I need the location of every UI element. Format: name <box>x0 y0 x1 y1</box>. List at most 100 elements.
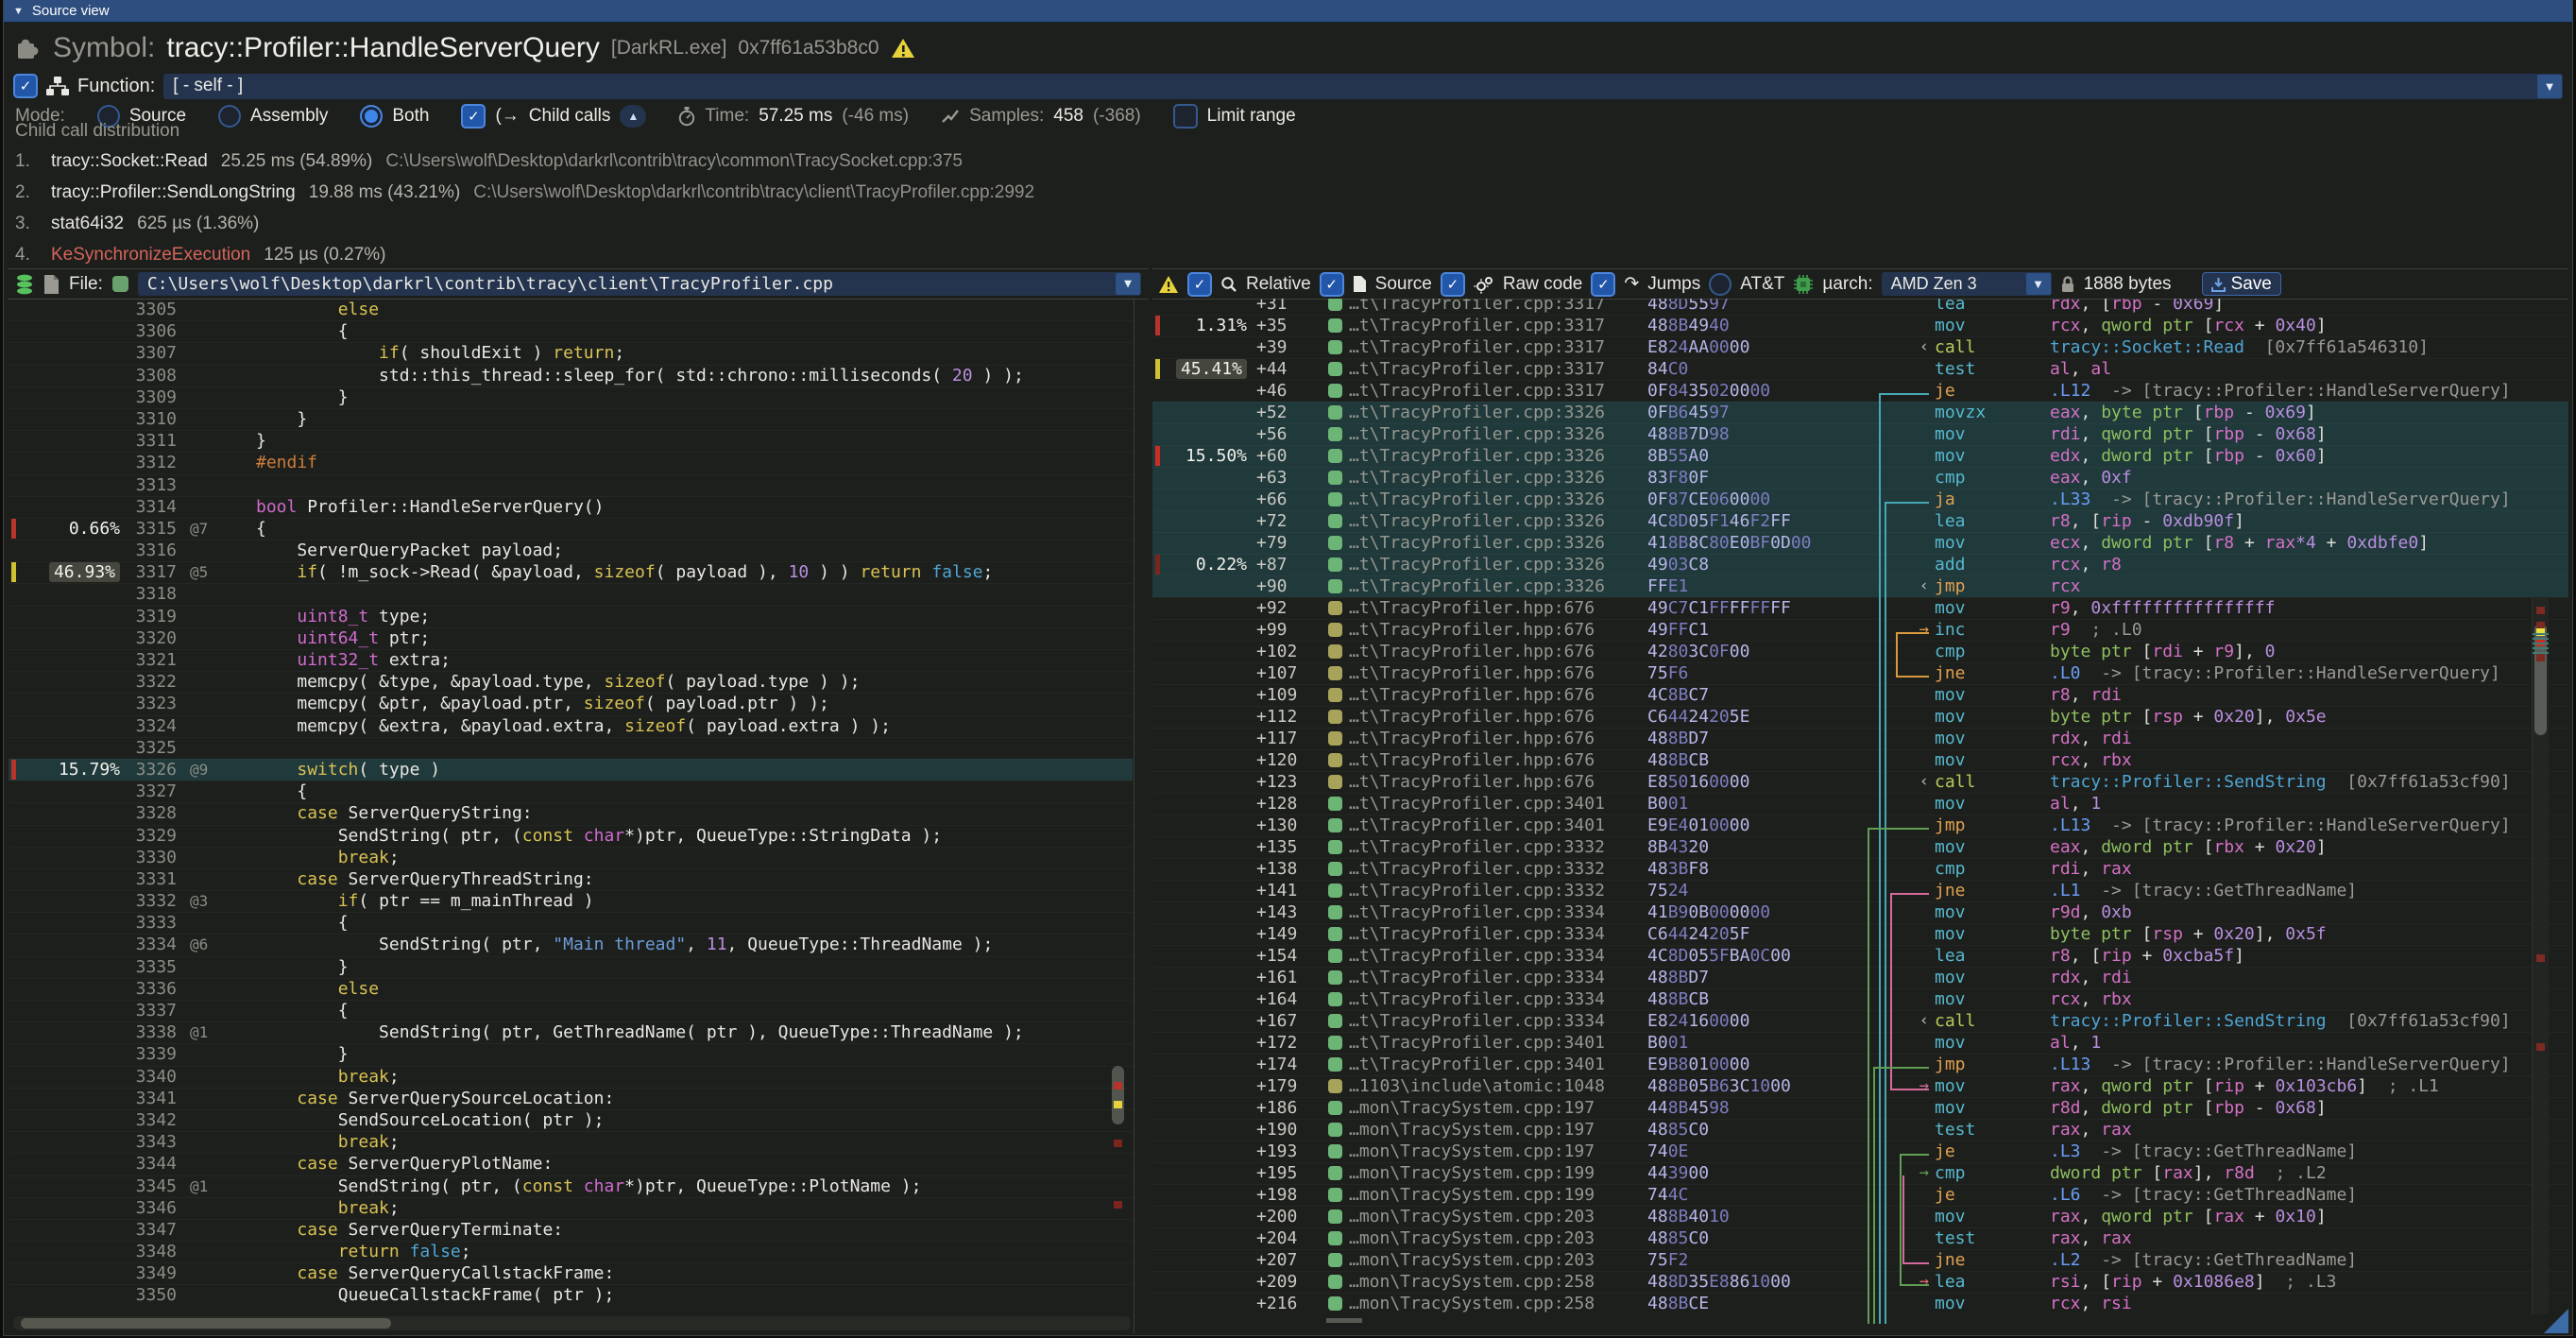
source-line-row[interactable]: 3323 memcpy( &ptr, &payload.ptr, sizeof(… <box>9 693 1133 714</box>
source-line-row[interactable]: 3329 SendString( ptr, (const char*)ptr, … <box>9 825 1133 847</box>
function-checkbox[interactable]: ✓ <box>13 74 38 98</box>
source-line-row[interactable]: 3322 memcpy( &type, &payload.type, sizeo… <box>9 671 1133 693</box>
relative-checkbox[interactable]: ✓ <box>1187 272 1212 297</box>
source-line-row[interactable]: 3310 } <box>9 408 1133 430</box>
asm-line-row[interactable]: +164…t\TracyProfiler.cpp:3334488BCBmovrc… <box>1152 988 2568 1010</box>
asm-line-row[interactable]: +216…mon\TracySystem.cpp:258488BCEmovrcx… <box>1152 1293 2568 1314</box>
source-line-row[interactable]: 3337 { <box>9 1000 1133 1021</box>
source-line-row[interactable]: 3340 break; <box>9 1066 1133 1088</box>
asm-line-row[interactable]: +66…t\TracyProfiler.cpp:33260F87CE060000… <box>1152 489 2568 510</box>
asm-line-row[interactable]: +174…t\TracyProfiler.cpp:3401E9B8010000j… <box>1152 1054 2568 1075</box>
asm-line-row[interactable]: +195…mon\TracySystem.cpp:199443900→cmpdw… <box>1152 1162 2568 1184</box>
source-line-row[interactable]: 3312#endif <box>9 452 1133 473</box>
jumps-checkbox[interactable]: ✓ <box>1591 272 1615 297</box>
source-line-row[interactable]: 3343 break; <box>9 1131 1133 1153</box>
source-line-row[interactable]: 3331 case ServerQueryThreadString: <box>9 868 1133 890</box>
resize-grip[interactable] <box>2544 1309 2568 1333</box>
asm-line-row[interactable]: +123…t\TracyProfiler.hpp:676E850160000‹c… <box>1152 771 2568 793</box>
source-line-row[interactable]: 3339 } <box>9 1043 1133 1065</box>
raw-code-checkbox[interactable]: ✓ <box>1441 272 1465 297</box>
source-line-row[interactable]: 3306 { <box>9 320 1133 342</box>
asm-line-row[interactable]: +90…t\TracyProfiler.cpp:3326FFE1‹jmprcx <box>1152 575 2568 597</box>
source-hscrollbar[interactable] <box>13 1316 1131 1330</box>
asm-line-row[interactable]: +102…t\TracyProfiler.hpp:67642803C0F00cm… <box>1152 641 2568 662</box>
source-line-row[interactable]: 3307 if( shouldExit ) return; <box>9 342 1133 364</box>
asm-line-row[interactable]: +109…t\TracyProfiler.hpp:6764C8BC7movr8,… <box>1152 684 2568 706</box>
child-call-item[interactable]: 1.tracy::Socket::Read25.25 ms (54.89%)C:… <box>15 146 2563 177</box>
source-scrollbar-thumb[interactable] <box>1112 1066 1124 1124</box>
asm-line-row[interactable]: +207…mon\TracySystem.cpp:20375F2jne.L2 -… <box>1152 1249 2568 1271</box>
source-line-row[interactable]: 3327 { <box>9 780 1133 802</box>
raw-code-label[interactable]: Raw code <box>1503 274 1583 295</box>
source-line-row[interactable]: 3347 case ServerQueryTerminate: <box>9 1219 1133 1241</box>
jumps-label[interactable]: Jumps <box>1647 274 1700 295</box>
source-line-row[interactable]: 3311} <box>9 430 1133 452</box>
collapse-icon[interactable]: ▼ <box>13 6 24 17</box>
source-line-row[interactable]: 3328 case ServerQueryString: <box>9 802 1133 824</box>
asm-line-row[interactable]: +154…t\TracyProfiler.cpp:33344C8D055FBA0… <box>1152 945 2568 967</box>
source-line-row[interactable]: 3324 memcpy( &extra, &payload.extra, siz… <box>9 715 1133 737</box>
asm-line-row[interactable]: +79…t\TracyProfiler.cpp:3326418B8C80E0BF… <box>1152 532 2568 554</box>
titlebar[interactable]: ▼ Source view <box>4 0 2572 23</box>
asm-line-row[interactable]: +112…t\TracyProfiler.hpp:676C64424205Emo… <box>1152 706 2568 728</box>
asm-line-row[interactable]: 15.50%+60…t\TracyProfiler.cpp:33268B55A0… <box>1152 445 2568 467</box>
uarch-combo[interactable]: AMD Zen 3 ▼ <box>1882 272 2052 296</box>
source-line-row[interactable]: 46.93%3317@5 if( !m_sock->Read( &payload… <box>9 561 1133 583</box>
asm-line-row[interactable]: +99…t\TracyProfiler.hpp:67649FFC1→incr9 … <box>1152 619 2568 641</box>
asm-line-row[interactable]: +200…mon\TracySystem.cpp:203488B4010movr… <box>1152 1206 2568 1227</box>
asm-line-row[interactable]: 45.41%+44…t\TracyProfiler.cpp:331784C0te… <box>1152 358 2568 380</box>
asm-line-row[interactable]: +120…t\TracyProfiler.hpp:676488BCBmovrcx… <box>1152 749 2568 771</box>
child-call-item[interactable]: 4.KeSynchronizeExecution125 µs (0.27%) <box>15 239 2563 268</box>
source-hscrollbar-thumb[interactable] <box>21 1318 391 1329</box>
asm-line-row[interactable]: +117…t\TracyProfiler.hpp:676488BD7movrdx… <box>1152 728 2568 749</box>
source-line-row[interactable]: 3309 } <box>9 386 1133 408</box>
asm-line-row[interactable]: +52…t\TracyProfiler.cpp:33260FB64597movz… <box>1152 402 2568 423</box>
source-line-row[interactable]: 3305 else <box>9 299 1133 320</box>
asm-line-row[interactable]: +63…t\TracyProfiler.cpp:332683F80Fcmpeax… <box>1152 467 2568 489</box>
asm-scrollbar[interactable] <box>2532 597 2549 1314</box>
asm-line-row[interactable]: +130…t\TracyProfiler.cpp:3401E9E4010000j… <box>1152 815 2568 836</box>
source-line-row[interactable]: 3308 std::this_thread::sleep_for( std::c… <box>9 365 1133 386</box>
asm-line-row[interactable]: +92…t\TracyProfiler.hpp:67649C7C1FFFFFFF… <box>1152 597 2568 619</box>
source-line-row[interactable]: 3342 SendSourceLocation( ptr ); <box>9 1109 1133 1131</box>
source-line-row[interactable]: 3334@6 SendString( ptr, "Main thread", 1… <box>9 934 1133 955</box>
source-line-row[interactable]: 3338@1 SendString( ptr, GetThreadName( p… <box>9 1021 1133 1043</box>
child-call-item[interactable]: 3.stat64i32625 µs (1.36%) <box>15 208 2563 239</box>
asm-line-row[interactable]: +46…t\TracyProfiler.cpp:33170F8435020000… <box>1152 380 2568 402</box>
source-line-row[interactable]: 3350 QueueCallstackFrame( ptr ); <box>9 1284 1133 1306</box>
asm-hscrollbar-thumb[interactable] <box>1326 1318 1362 1323</box>
source-line-row[interactable]: 3344 case ServerQueryPlotName: <box>9 1153 1133 1175</box>
asm-line-row[interactable]: +167…t\TracyProfiler.cpp:3334E824160000‹… <box>1152 1010 2568 1032</box>
source-checkbox[interactable]: ✓ <box>1320 272 1344 297</box>
asm-line-row[interactable]: +138…t\TracyProfiler.cpp:3332483BF8cmprd… <box>1152 858 2568 880</box>
asm-line-row[interactable]: +179…1103\include\atomic:1048488B05B63C1… <box>1152 1075 2568 1097</box>
source-line-row[interactable]: 3319 uint8_t type; <box>9 606 1133 627</box>
source-line-row[interactable]: 3345@1 SendString( ptr, (const char*)ptr… <box>9 1175 1133 1197</box>
source-line-row[interactable]: 3325 <box>9 737 1133 759</box>
source-line-row[interactable]: 15.79%3326@9 switch( type ) <box>9 759 1133 780</box>
asm-line-row[interactable]: +204…mon\TracySystem.cpp:2034885C0testra… <box>1152 1227 2568 1249</box>
function-combo[interactable]: [ - self - ] ▼ <box>163 74 2563 99</box>
source-line-row[interactable]: 3320 uint64_t ptr; <box>9 627 1133 649</box>
source-line-row[interactable]: 0.66%3315@7{ <box>9 518 1133 540</box>
source-line-row[interactable]: 3346 break; <box>9 1197 1133 1219</box>
source-line-row[interactable]: 3330 break; <box>9 847 1133 868</box>
chevron-down-icon[interactable]: ▼ <box>1116 273 1140 295</box>
asm-line-row[interactable]: +128…t\TracyProfiler.cpp:3401B001moval, … <box>1152 793 2568 815</box>
source-label[interactable]: Source <box>1375 274 1432 295</box>
asm-line-row[interactable]: +190…mon\TracySystem.cpp:1974885C0testra… <box>1152 1119 2568 1141</box>
source-line-row[interactable]: 3348 return false; <box>9 1241 1133 1262</box>
asm-line-row[interactable]: +143…t\TracyProfiler.cpp:333441B90B00000… <box>1152 901 2568 923</box>
asm-line-row[interactable]: +193…mon\TracySystem.cpp:197740Eje.L3 ->… <box>1152 1141 2568 1162</box>
asm-line-row[interactable]: +31…t\TracyProfiler.cpp:3317488D5597lear… <box>1152 299 2568 315</box>
asm-line-row[interactable]: +161…t\TracyProfiler.cpp:3334488BD7movrd… <box>1152 967 2568 988</box>
asm-line-row[interactable]: +209…mon\TracySystem.cpp:258488D35E88610… <box>1152 1271 2568 1293</box>
chevron-down-icon[interactable]: ▼ <box>2026 273 2051 295</box>
asm-line-row[interactable]: +39…t\TracyProfiler.cpp:3317E824AA0000‹c… <box>1152 336 2568 358</box>
asm-line-row[interactable]: +135…t\TracyProfiler.cpp:33328B4320movea… <box>1152 836 2568 858</box>
file-combo[interactable]: C:\Users\wolf\Desktop\darkrl\contrib\tra… <box>138 272 1141 296</box>
att-checkbox[interactable] <box>1709 273 1732 296</box>
asm-line-row[interactable]: +56…t\TracyProfiler.cpp:3326488B7D98movr… <box>1152 423 2568 445</box>
asm-line-row[interactable]: +198…mon\TracySystem.cpp:199744Cje.L6 ->… <box>1152 1184 2568 1206</box>
source-line-row[interactable]: 3349 case ServerQueryCallstackFrame: <box>9 1262 1133 1284</box>
